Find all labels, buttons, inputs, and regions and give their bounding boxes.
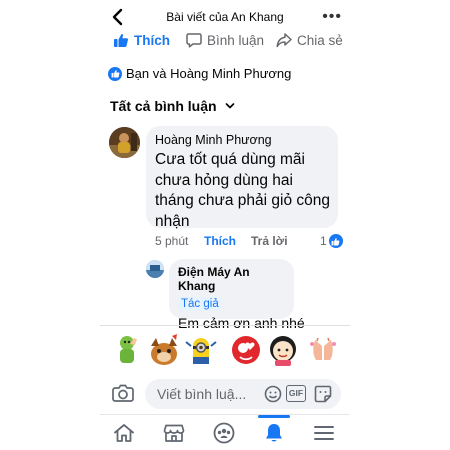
- comment-author[interactable]: Hoàng Minh Phương: [155, 133, 330, 147]
- comment-bubble: Hoàng Minh Phương Cưa tốt quá dùng mãi c…: [146, 126, 338, 230]
- more-dots-icon[interactable]: •••: [322, 8, 342, 26]
- comment-label: Bình luận: [207, 32, 265, 48]
- girl-sticker[interactable]: [266, 332, 300, 368]
- thumbs-up-icon: [114, 33, 128, 47]
- marketplace-icon: [163, 424, 185, 442]
- like-reaction-icon: [328, 234, 343, 248]
- like-count-value: 1: [320, 234, 327, 248]
- comment-input[interactable]: [145, 379, 341, 409]
- sticker-suggestions: [100, 328, 350, 372]
- minion-sticker[interactable]: [184, 332, 218, 368]
- share-label: Chia sẻ: [297, 32, 343, 48]
- tab-marketplace[interactable]: [154, 417, 194, 449]
- bottom-tab-bar: [100, 414, 350, 450]
- tab-groups[interactable]: [204, 417, 244, 449]
- emoji-icon[interactable]: [264, 385, 282, 403]
- groups-icon: [213, 422, 235, 444]
- bell-icon: [266, 424, 282, 442]
- reply-bubble: Điện Máy An Khang Tác giả Em cảm ơn anh …: [169, 259, 305, 331]
- share-button[interactable]: Chia sẻ: [276, 32, 343, 48]
- comment-time: 5 phút: [155, 234, 189, 248]
- avatar[interactable]: [109, 127, 140, 158]
- divider: [100, 325, 350, 326]
- top-bar: Bài viết của An Khang •••: [100, 0, 350, 34]
- thumbs-up-sticker[interactable]: [110, 332, 144, 368]
- comment-composer: GIF: [100, 376, 350, 412]
- comment-button[interactable]: Bình luận: [186, 32, 264, 48]
- dog-sticker[interactable]: [147, 332, 181, 368]
- like-button[interactable]: Thích: [113, 32, 170, 48]
- comments-filter-label: Tất cả bình luận: [110, 98, 217, 114]
- comment-text: Cưa tốt quá dùng mãi chưa hỏng dùng hai …: [155, 151, 330, 230]
- like-reaction-icon: [108, 66, 122, 81]
- avatar[interactable]: [146, 260, 164, 278]
- sticker-icon[interactable]: [314, 385, 332, 403]
- folded-hands-sticker[interactable]: [306, 332, 340, 368]
- gif-icon[interactable]: GIF: [286, 385, 306, 402]
- reply-author[interactable]: Điện Máy An Khang: [178, 265, 286, 293]
- likers-text: Bạn và Hoàng Minh Phương: [126, 66, 292, 81]
- hamburger-menu-icon: [314, 426, 334, 440]
- comment-like-button[interactable]: Thích: [204, 234, 236, 248]
- home-icon: [114, 424, 134, 442]
- like-label: Thích: [134, 32, 170, 48]
- reaction-summary[interactable]: Bạn và Hoàng Minh Phương: [108, 66, 291, 81]
- camera-icon[interactable]: [112, 383, 134, 403]
- comment-like-count[interactable]: 1: [320, 234, 343, 248]
- comment-bubble-icon: [186, 33, 202, 48]
- comments-filter-dropdown[interactable]: Tất cả bình luận: [110, 98, 235, 114]
- post-actions: Thích Bình luận Chia sẻ: [100, 30, 350, 52]
- chevron-down-icon: [225, 103, 234, 109]
- love-sticker[interactable]: [229, 332, 263, 368]
- tab-notifications[interactable]: [254, 415, 294, 449]
- page-title: Bài viết của An Khang: [166, 10, 284, 24]
- tab-home[interactable]: [104, 417, 144, 449]
- share-arrow-icon: [276, 33, 292, 48]
- author-badge: Tác giả: [178, 297, 222, 311]
- tab-menu[interactable]: [304, 417, 344, 449]
- comment-reply-button[interactable]: Trả lời: [251, 234, 288, 248]
